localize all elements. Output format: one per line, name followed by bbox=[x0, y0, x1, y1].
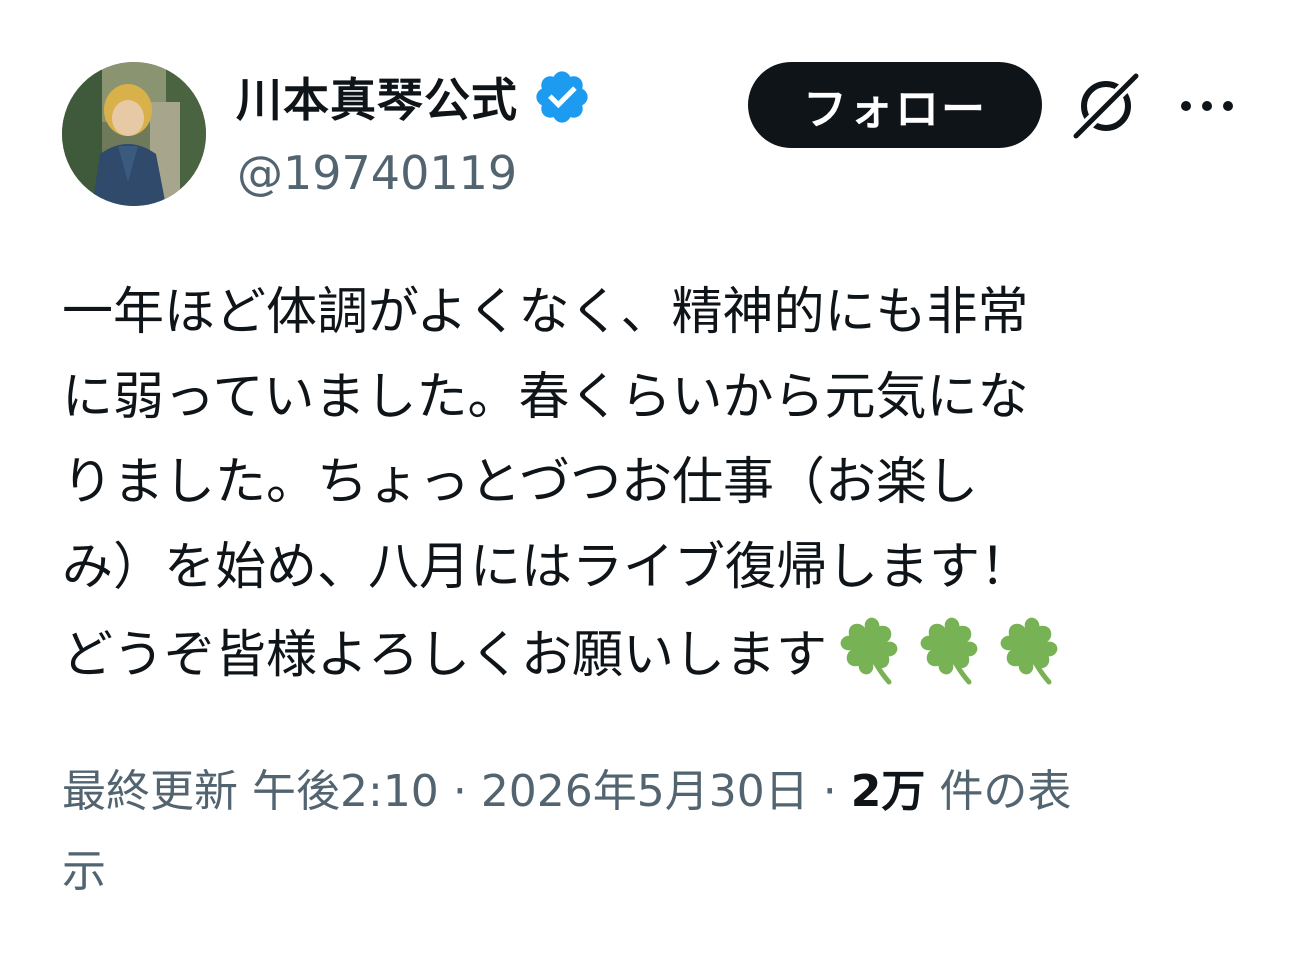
tweet-text-line: りました。ちょっとづつお仕事（お楽し bbox=[62, 453, 978, 512]
profile-photo bbox=[62, 62, 206, 206]
separator: · bbox=[822, 766, 837, 817]
author-display-name[interactable]: 川本真琴公式 bbox=[236, 64, 518, 130]
more-horizontal-icon[interactable] bbox=[1178, 88, 1236, 124]
author-handle[interactable]: @19740119 bbox=[237, 146, 517, 200]
separator: · bbox=[452, 766, 467, 817]
clover-emoji-group bbox=[831, 610, 1067, 686]
tweet-timestamp[interactable]: 午後2:10 · 2026年5月30日 bbox=[252, 766, 809, 817]
views-label: 件の表 bbox=[939, 766, 1072, 817]
author-name-row: 川本真琴公式 bbox=[236, 66, 592, 128]
verified-badge-icon[interactable] bbox=[532, 67, 592, 127]
four-leaf-clover-icon bbox=[840, 617, 898, 685]
tweet-date: 2026年5月30日 bbox=[480, 766, 809, 817]
four-leaf-clover-icon bbox=[1000, 617, 1058, 685]
tweet-text-line: 一年ほど体調がよくなく、精神的にも非常 bbox=[62, 283, 1029, 342]
tweet-meta: 最終更新 午後2:10 · 2026年5月30日 · 2万 件の表 示 bbox=[62, 752, 1222, 912]
tweet-time: 午後2:10 bbox=[252, 766, 439, 817]
tweet-text-line: どうぞ皆様よろしくお願いします bbox=[62, 626, 828, 685]
tweet-text-line: に弱っていました。春くらいから元気にな bbox=[62, 368, 1029, 427]
tweet-text-line: み）を始め、八月にはライブ復帰します！ bbox=[62, 538, 1032, 597]
views-count: 2万 bbox=[850, 766, 926, 817]
tweet-text: 一年ほど体調がよくなく、精神的にも非常 に弱っていました。春くらいから元気にな … bbox=[62, 270, 1242, 695]
slashed-circle-icon[interactable] bbox=[1070, 70, 1142, 142]
views-label-continued: 示 bbox=[62, 846, 106, 897]
edited-label[interactable]: 最終更新 bbox=[62, 766, 238, 817]
tweet-text-line-last: どうぞ皆様よろしくお願いします bbox=[62, 610, 1242, 695]
follow-button[interactable]: フォロー bbox=[748, 62, 1042, 148]
avatar[interactable] bbox=[62, 62, 206, 206]
four-leaf-clover-icon bbox=[920, 617, 978, 685]
